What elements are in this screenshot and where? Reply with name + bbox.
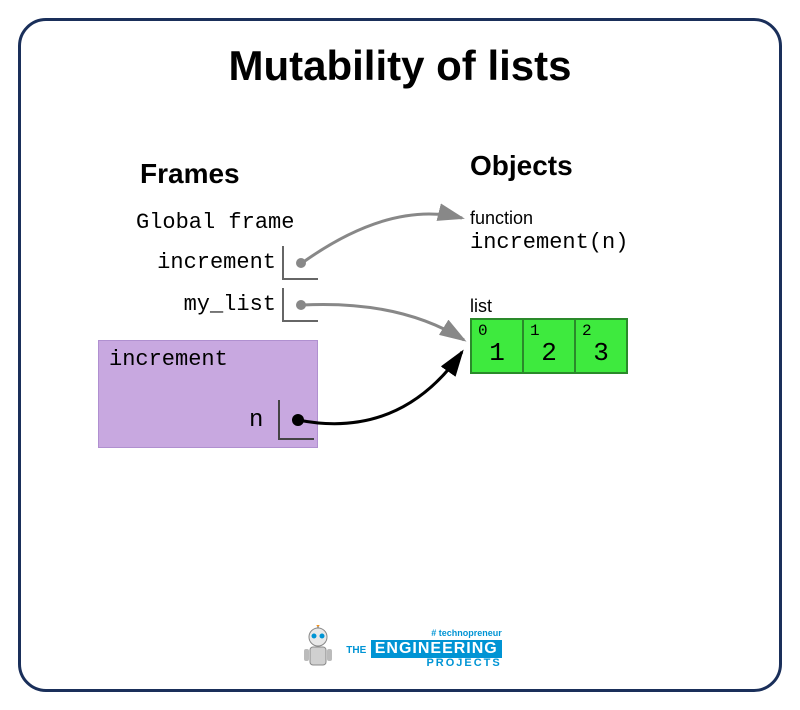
objects-column-header: Objects [470, 150, 573, 182]
list-object: 0 1 1 2 2 3 [470, 318, 628, 374]
logo-engineering: ENGINEERING [371, 640, 502, 658]
list-cell: 0 1 [470, 318, 524, 374]
pointer-dot-increment [296, 258, 306, 268]
logo-the: THE [346, 645, 366, 656]
cell-value: 3 [576, 338, 626, 368]
global-var-increment: increment [106, 250, 276, 275]
cell-value: 2 [524, 338, 574, 368]
object-function-signature: increment(n) [470, 230, 628, 255]
robot-icon [298, 625, 338, 673]
list-cell: 1 2 [522, 318, 576, 374]
logo-projects: PROJECTS [346, 658, 501, 669]
pointer-dot-mylist [296, 300, 306, 310]
frames-column-header: Frames [140, 158, 240, 190]
cell-value: 1 [472, 338, 522, 368]
call-frame-name: increment [109, 347, 228, 372]
call-var-n: n [249, 407, 263, 434]
list-cell: 2 3 [574, 318, 628, 374]
pointer-dot-n [292, 414, 304, 426]
object-list-kind: list [470, 296, 492, 317]
diagram-title: Mutability of lists [0, 42, 800, 90]
global-var-mylist: my_list [106, 292, 276, 317]
global-frame-label: Global frame [136, 210, 294, 235]
footer-logo: # technopreneur THE ENGINEERING PROJECTS [0, 625, 800, 678]
object-function-kind: function [470, 208, 533, 229]
logo-tagline: # technopreneur [346, 629, 501, 638]
